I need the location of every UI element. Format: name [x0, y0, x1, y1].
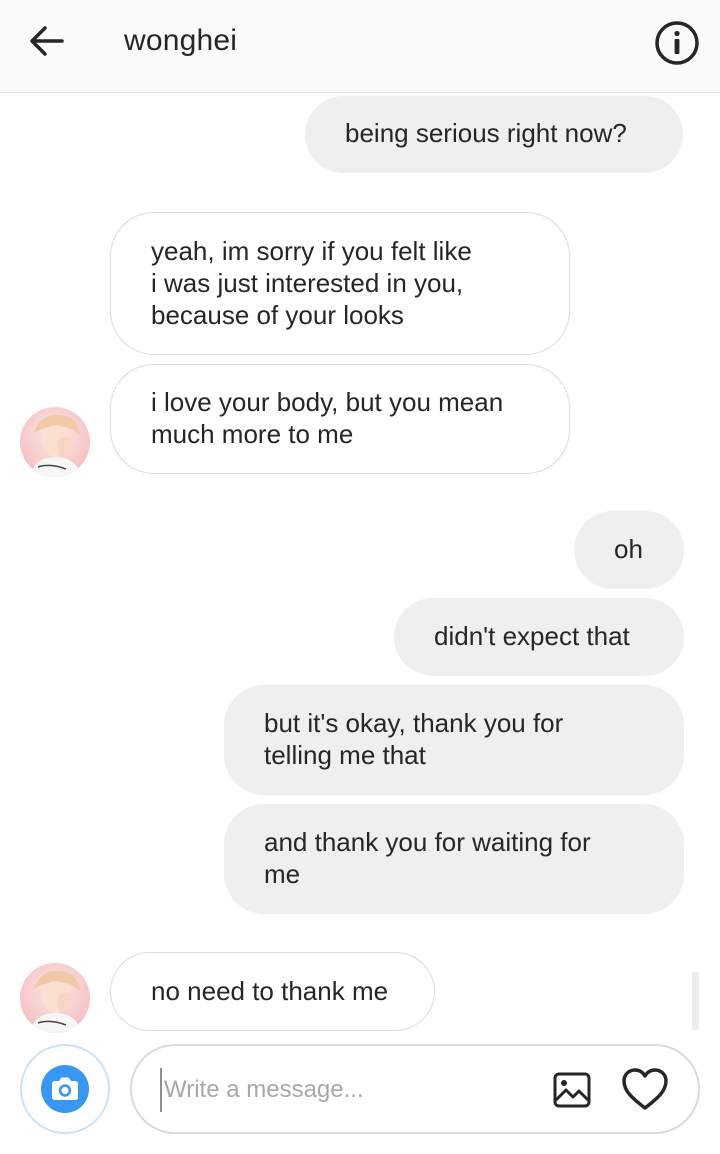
message-bubble-received[interactable]: yeah, im sorry if you felt like i was ju… — [110, 212, 570, 355]
gallery-icon — [553, 1072, 591, 1108]
message-bubble-received[interactable]: i love your body, but you mean much more… — [110, 364, 570, 474]
scrollbar[interactable] — [692, 972, 699, 1030]
camera-button[interactable] — [20, 1044, 110, 1134]
info-button[interactable] — [652, 18, 702, 68]
camera-icon-background — [41, 1065, 89, 1113]
message-bubble-sent[interactable]: oh — [574, 511, 684, 589]
message-bubble-sent[interactable]: and thank you for waiting for me — [224, 804, 684, 914]
info-icon — [655, 21, 699, 65]
back-button[interactable] — [22, 18, 72, 68]
conversation-title[interactable]: wonghei — [124, 24, 237, 58]
chat-screen: wonghei being serious right now? yeah, i… — [0, 0, 720, 1154]
avatar-image — [20, 963, 90, 1033]
message-input[interactable] — [160, 1068, 546, 1112]
camera-icon — [52, 1077, 78, 1100]
chat-header: wonghei — [0, 0, 720, 93]
message-composer — [130, 1044, 700, 1134]
like-button[interactable] — [620, 1066, 670, 1114]
message-bubble-sent[interactable]: didn't expect that — [394, 598, 684, 676]
avatar[interactable] — [20, 963, 90, 1033]
heart-icon — [622, 1068, 668, 1110]
gallery-button[interactable] — [550, 1068, 594, 1112]
message-bubble-sent[interactable]: being serious right now? — [305, 96, 683, 173]
avatar[interactable] — [20, 407, 90, 477]
avatar-image — [20, 407, 90, 477]
message-bubble-sent[interactable]: but it's okay, thank you for telling me … — [224, 685, 684, 795]
back-arrow-icon — [30, 26, 64, 56]
message-bubble-received[interactable]: no need to thank me — [110, 952, 435, 1031]
